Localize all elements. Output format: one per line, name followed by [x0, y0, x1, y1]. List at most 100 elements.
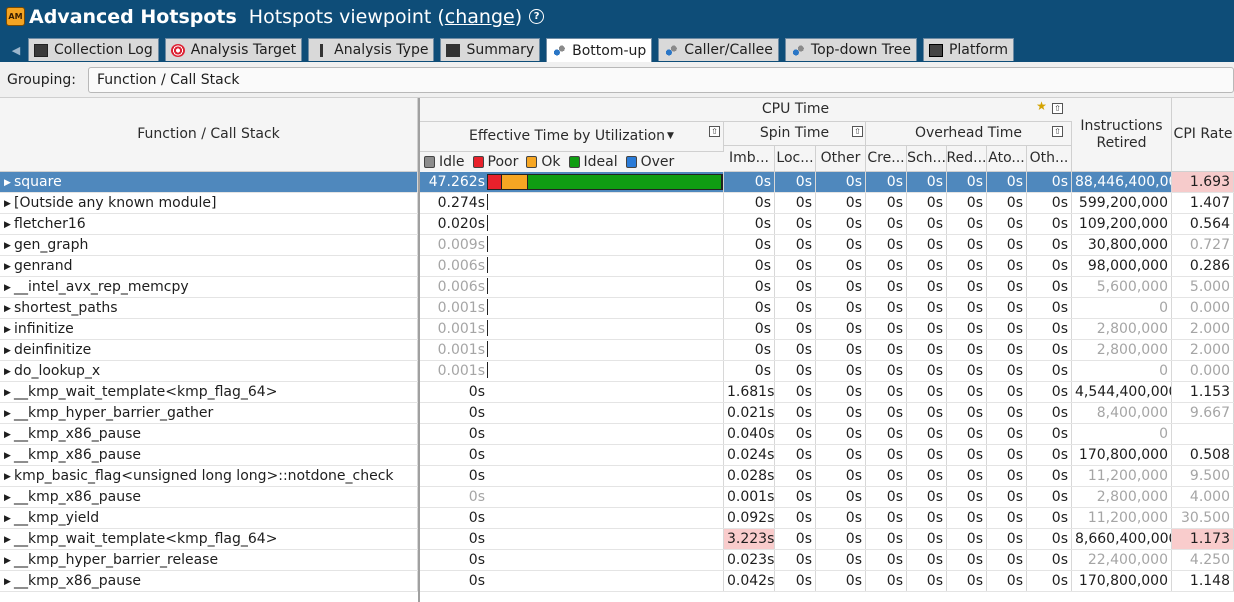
summary-icon — [446, 43, 461, 57]
oth-cell: 0s — [1027, 382, 1072, 402]
star-icon[interactable]: ★ — [1036, 100, 1047, 113]
other-cell: 0s — [816, 403, 866, 423]
column-other[interactable]: Other — [816, 146, 866, 172]
ato-cell: 0s — [987, 445, 1027, 465]
tab-collection-log[interactable]: Collection Log — [28, 38, 159, 61]
tab-scroll-left-icon[interactable]: ◀ — [4, 38, 28, 62]
table-row[interactable]: ▶ __intel_avx_rep_memcpy 0.006s 0s 0s 0s 0s 0s 0… — [0, 277, 1234, 298]
collapse-effective-icon[interactable]: ⇧ — [709, 126, 720, 137]
red-cell: 0s — [947, 172, 987, 192]
table-row[interactable]: ▶ __kmp_x86_pause 0s 0.024s 0s 0s 0s 0s 0s 0s 0s 17… — [0, 445, 1234, 466]
sch-cell: 0s — [907, 466, 947, 486]
tab-bottom-up[interactable]: Bottom-up — [546, 38, 653, 62]
expand-icon[interactable]: ▶ — [4, 173, 14, 192]
table-row[interactable]: ▶ infinitize 0.001s 0s 0s 0s 0s 0s 0s 0s 0s 2,800,0… — [0, 319, 1234, 340]
tab-analysis-type[interactable]: Analysis Type — [308, 38, 435, 61]
collapse-overhead-icon[interactable]: ⇧ — [1052, 126, 1063, 137]
grouping-select[interactable]: Function / Call Stack — [88, 66, 1234, 93]
change-viewpoint-link[interactable]: change — [445, 6, 515, 28]
sch-cell: 0s — [907, 508, 947, 528]
table-row[interactable]: ▶ [Outside any known module] 0.274s 0s 0s 0s 0… — [0, 193, 1234, 214]
red-cell: 0s — [947, 571, 987, 591]
expand-icon[interactable]: ▶ — [4, 194, 14, 213]
sort-desc-icon: ▼ — [667, 131, 674, 141]
table-row[interactable]: ▶ __kmp_hyper_barrier_release 0s 0.023s 0s 0s… — [0, 550, 1234, 571]
table-row[interactable]: ▶ gen_graph 0.009s 0s 0s 0s 0s 0s 0s 0s 0s 30,800,0… — [0, 235, 1234, 256]
column-imbalance[interactable]: Imb... — [724, 146, 775, 172]
expand-icon[interactable]: ▶ — [4, 215, 14, 234]
expand-icon[interactable]: ▶ — [4, 425, 14, 444]
instr-cell: 170,800,000 — [1072, 445, 1172, 465]
table-row[interactable]: ▶ __kmp_x86_pause 0s 0.040s 0s 0s 0s 0s 0s 0s 0s 0 — [0, 424, 1234, 445]
table-row[interactable]: ▶ deinfinitize 0.001s 0s 0s 0s 0s 0s 0s 0s 0s 2,800… — [0, 340, 1234, 361]
expand-icon[interactable]: ▶ — [4, 446, 14, 465]
expand-icon[interactable]: ▶ — [4, 488, 14, 507]
expand-icon[interactable]: ▶ — [4, 530, 14, 549]
column-cpi-rate[interactable]: CPI Rate — [1172, 98, 1234, 172]
expand-icon[interactable]: ▶ — [4, 362, 14, 381]
table-row[interactable]: ▶ __kmp_wait_template<kmp_flag_64> 0s 3.223… — [0, 529, 1234, 550]
column-scheduling[interactable]: Sch... — [907, 146, 947, 172]
column-spin-time[interactable]: Spin Time — [724, 122, 866, 146]
expand-icon[interactable]: ▶ — [4, 383, 14, 402]
expand-icon[interactable]: ▶ — [4, 299, 14, 318]
function-cell: ▶ shortest_paths — [0, 298, 418, 318]
expand-icon[interactable]: ▶ — [4, 404, 14, 423]
column-creation[interactable]: Cre... — [866, 146, 907, 172]
bottom-up-grid: Function / Call Stack CPU Time ★ ⇧ Effec… — [0, 98, 1234, 602]
table-row[interactable]: ▶ __kmp_x86_pause 0s 0.001s 0s 0s 0s 0s 0s 0s 0s 2,… — [0, 487, 1234, 508]
tab-caller-callee[interactable]: Caller/Callee — [658, 38, 779, 61]
log-icon — [34, 43, 48, 57]
table-row[interactable]: ▶ __kmp_yield 0s 0.092s 0s 0s 0s 0s 0s 0s 0s 11,200… — [0, 508, 1234, 529]
expand-icon[interactable]: ▶ — [4, 467, 14, 486]
collapse-cpu-time-icon[interactable]: ⇧ — [1052, 103, 1063, 114]
loc-cell: 0s — [775, 214, 816, 234]
expand-icon[interactable]: ▶ — [4, 236, 14, 255]
tab-top-down-tree[interactable]: Top-down Tree — [784, 38, 917, 61]
tab-analysis-target[interactable]: Analysis Target — [164, 38, 303, 61]
collapse-spin-icon[interactable]: ⇧ — [852, 126, 863, 137]
table-row[interactable]: ▶ square 47.262s 0s 0s 0s 0s 0s 0s 0s 0s 88,446,400… — [0, 172, 1234, 193]
expand-icon[interactable]: ▶ — [4, 257, 14, 276]
table-row[interactable]: ▶ __kmp_hyper_barrier_gather 0s 0.021s 0s 0s 0… — [0, 403, 1234, 424]
help-icon[interactable]: ? — [529, 9, 545, 24]
column-overhead-time[interactable]: Overhead Time — [866, 122, 1072, 146]
function-cell: ▶ gen_graph — [0, 235, 418, 255]
table-row[interactable]: ▶ do_lookup_x 0.001s 0s 0s 0s 0s 0s 0s 0s 0s 0 0.000 — [0, 361, 1234, 382]
expand-icon[interactable]: ▶ — [4, 341, 14, 360]
tab-platform[interactable]: Platform — [922, 38, 1015, 61]
sch-cell: 0s — [907, 235, 947, 255]
column-atomics[interactable]: Ato... — [987, 146, 1027, 172]
table-row[interactable]: ▶ fletcher16 0.020s 0s 0s 0s 0s 0s 0s 0s 0s 109,200… — [0, 214, 1234, 235]
column-reduction[interactable]: Red... — [947, 146, 987, 172]
expand-icon[interactable]: ▶ — [4, 551, 14, 570]
expand-icon[interactable]: ▶ — [4, 320, 14, 339]
column-other-overhead[interactable]: Oth... — [1027, 146, 1072, 172]
column-effective-time[interactable]: Effective Time by Utilization ▼ — [420, 122, 724, 152]
function-cell: ▶ __intel_avx_rep_memcpy — [0, 277, 418, 297]
column-lock[interactable]: Loc... — [775, 146, 816, 172]
utilization-bar — [487, 215, 488, 231]
cre-cell: 0s — [866, 487, 907, 507]
tab-summary[interactable]: Summary — [440, 38, 541, 61]
sch-cell: 0s — [907, 571, 947, 591]
table-row[interactable]: ▶ kmp_basic_flag<unsigned long long>::not… — [0, 466, 1234, 487]
table-row[interactable]: ▶ genrand 0.006s 0s 0s 0s 0s 0s 0s 0s 0s 98,000,000… — [0, 256, 1234, 277]
column-instructions-retired[interactable]: Instructions Retired — [1072, 98, 1172, 172]
legend-label: Poor — [487, 154, 519, 170]
sch-cell: 0s — [907, 172, 947, 192]
table-row[interactable]: ▶ __kmp_x86_pause 0s 0.042s 0s 0s 0s 0s 0s 0s 0s 17… — [0, 571, 1234, 592]
column-function[interactable]: Function / Call Stack — [0, 98, 418, 172]
effective-time-cell: 0.006s — [420, 277, 724, 297]
effective-time-value: 0.006s — [437, 279, 485, 295]
column-splitter[interactable] — [418, 98, 420, 602]
cpi-cell: 2.000 — [1172, 340, 1234, 360]
effective-time-cell: 0s — [420, 487, 724, 507]
expand-icon[interactable]: ▶ — [4, 278, 14, 297]
table-row[interactable]: ▶ shortest_paths 0.001s 0s 0s 0s 0s 0s 0s 0s 0s 0 0.… — [0, 298, 1234, 319]
ato-cell: 0s — [987, 529, 1027, 549]
ato-cell: 0s — [987, 508, 1027, 528]
expand-icon[interactable]: ▶ — [4, 572, 14, 591]
table-row[interactable]: ▶ __kmp_wait_template<kmp_flag_64> 0s 1.681… — [0, 382, 1234, 403]
expand-icon[interactable]: ▶ — [4, 509, 14, 528]
